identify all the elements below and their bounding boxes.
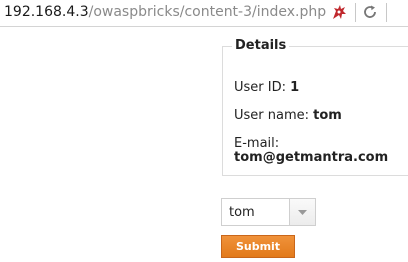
email-value: tom@getmantra.com — [234, 150, 389, 165]
address-bar[interactable]: 192.168.4.3/owaspbricks/content-3/index.… — [4, 4, 326, 20]
user-name-value: tom — [313, 108, 342, 123]
user-id-value: 1 — [290, 80, 300, 95]
user-id-row: User ID: 1 — [234, 80, 299, 95]
email-label: E-mail: — [234, 136, 280, 151]
user-name-label: User name: — [234, 108, 310, 123]
user-id-label: User ID: — [234, 80, 286, 95]
email-value-row: tom@getmantra.com — [234, 150, 388, 165]
browser-toolbar: 192.168.4.3/owaspbricks/content-3/index.… — [0, 0, 408, 27]
submit-button[interactable]: Submit — [221, 235, 295, 258]
toolbar-separator — [386, 3, 387, 22]
url-host: 192.168.4.3 — [4, 4, 89, 20]
chevron-down-icon — [298, 210, 307, 215]
dropdown-toggle[interactable] — [289, 199, 315, 225]
reload-icon[interactable] — [362, 4, 378, 20]
user-select[interactable]: tom — [221, 198, 316, 226]
url-path: /owaspbricks/content-3/index.php — [88, 4, 327, 20]
user-select-value: tom — [229, 205, 255, 220]
bug-icon[interactable] — [330, 2, 348, 22]
toolbar-separator — [355, 3, 356, 22]
user-name-row: User name: tom — [234, 108, 342, 123]
details-legend: Details — [232, 38, 290, 54]
